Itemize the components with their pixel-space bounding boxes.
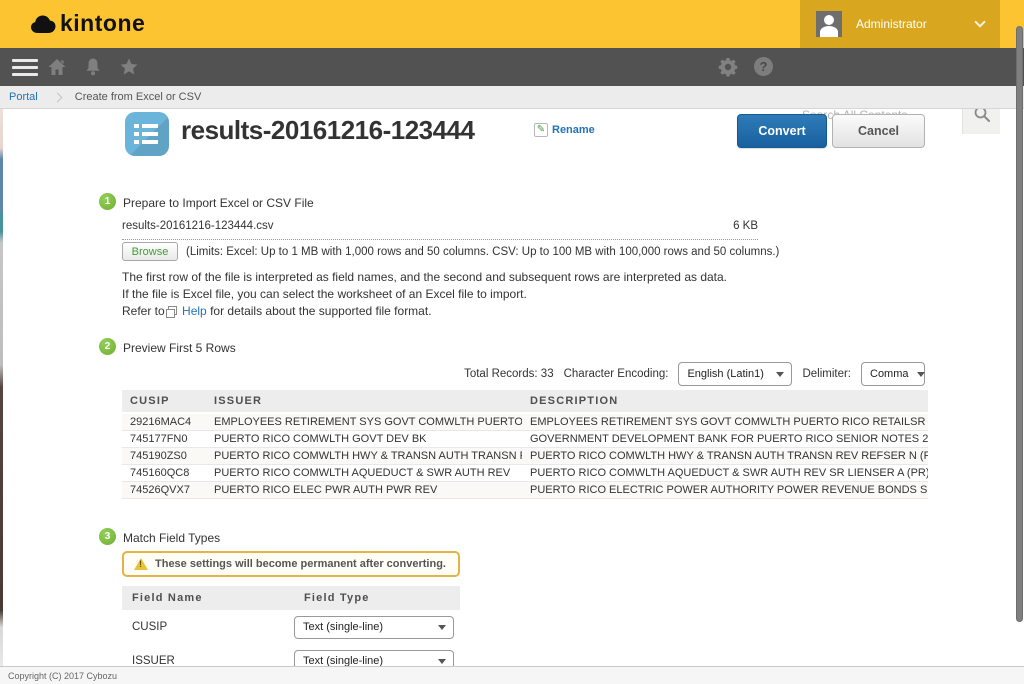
encoding-select[interactable]: English (Latin1) [678, 362, 792, 386]
table-row: 29216MAC4EMPLOYEES RETIREMENT SYS GOVT C… [122, 413, 928, 431]
permanent-settings-warning: These settings will become permanent aft… [122, 551, 460, 577]
uploaded-file-name: results-20161216-123444.csv [122, 220, 274, 232]
step3-title: Match Field Types [123, 531, 220, 545]
preview-column-header: CUSIP [122, 390, 206, 413]
table-cell: 745177FN0 [122, 431, 206, 448]
page-footer: Copyright (C) 2017 Cybozu [0, 666, 1024, 684]
refer-suffix: for details about the supported file for… [210, 304, 431, 318]
vertical-scrollbar[interactable] [1016, 26, 1023, 622]
user-name: Administrator [856, 17, 927, 31]
kintone-cloud-icon [30, 15, 56, 33]
browse-button[interactable]: Browse [122, 242, 178, 261]
external-doc-icon [168, 306, 177, 315]
select-caret-icon [917, 372, 925, 377]
field-type-value: Text (single-line) [303, 621, 383, 633]
instruction-line-2: If the file is Excel file, you can selec… [122, 286, 727, 303]
field-name-header: Field Name [122, 586, 294, 610]
table-cell: 74526QVX7 [122, 482, 206, 499]
table-cell: PUERTO RICO COMWLTH HWY & TRANSN AUTH TR… [206, 448, 522, 465]
uploaded-file-size: 6 KB [733, 220, 758, 232]
browse-row: Browse (Limits: Excel: Up to 1 MB with 1… [122, 242, 779, 261]
home-icon[interactable] [47, 57, 67, 77]
preview-controls: Total Records: 33 Character Encoding: En… [464, 362, 925, 386]
preview-column-header: ISSUER [206, 390, 522, 413]
select-caret-icon [438, 625, 446, 630]
favorites-star-icon[interactable] [119, 57, 139, 77]
edit-pencil-icon: ✎ [534, 123, 548, 137]
table-cell: PUERTO RICO ELEC PWR AUTH PWR REV [206, 482, 522, 499]
warning-triangle-icon [134, 558, 148, 570]
help-icon[interactable]: ? [754, 57, 773, 76]
preview-table: CUSIPISSUERDESCRIPTION 29216MAC4EMPLOYEE… [122, 390, 928, 499]
instruction-line-1: The first row of the file is interpreted… [122, 269, 727, 286]
cancel-button[interactable]: Cancel [832, 114, 925, 148]
field-type-row: CUSIP Text (single-line) [122, 610, 460, 644]
table-row: 745190ZS0PUERTO RICO COMWLTH HWY & TRANS… [122, 448, 928, 465]
field-name-cell: CUSIP [122, 621, 294, 633]
breadcrumb: Portal Create from Excel or CSV [0, 86, 1024, 109]
instruction-line-3: Refer to Help for details about the supp… [122, 303, 727, 320]
table-cell: EMPLOYEES RETIREMENT SYS GOVT COMWLTH PU… [206, 413, 522, 431]
delimiter-label: Delimiter: [802, 368, 851, 380]
table-cell: 745190ZS0 [122, 448, 206, 465]
encoding-label: Character Encoding: [564, 368, 669, 380]
step1-title: Prepare to Import Excel or CSV File [123, 196, 314, 210]
delimiter-select[interactable]: Comma [861, 362, 925, 386]
table-row: 745160QC8PUERTO RICO COMWLTH AQUEDUCT & … [122, 465, 928, 482]
chevron-down-icon [974, 16, 985, 27]
step2-badge: 2 [99, 338, 116, 355]
convert-button[interactable]: Convert [737, 114, 827, 148]
copyright-text: Copyright (C) 2017 Cybozu [8, 671, 117, 681]
table-cell: PUERTO RICO COMWLTH GOVT DEV BK [206, 431, 522, 448]
table-cell: PUERTO RICO COMWLTH AQUEDUCT & SWR AUTH … [522, 465, 928, 482]
import-instructions: The first row of the file is interpreted… [122, 269, 727, 320]
hamburger-menu-icon[interactable] [12, 59, 38, 80]
select-caret-icon [438, 659, 446, 664]
user-avatar [816, 11, 842, 37]
table-cell: PUERTO RICO COMWLTH HWY & TRANSN AUTH TR… [522, 448, 928, 465]
field-type-select[interactable]: Text (single-line) [294, 616, 454, 639]
user-menu[interactable]: Administrator [800, 0, 1000, 48]
rename-label: Rename [552, 124, 595, 136]
breadcrumb-portal-link[interactable]: Portal [9, 91, 38, 103]
step1-badge: 1 [99, 193, 116, 210]
table-cell: EMPLOYEES RETIREMENT SYS GOVT COMWLTH PU… [522, 413, 928, 431]
total-records-text: Total Records: 33 [464, 368, 554, 380]
select-caret-icon [776, 372, 784, 377]
step3-badge: 3 [99, 528, 116, 545]
encoding-value: English (Latin1) [687, 368, 763, 380]
field-type-header: Field Type [294, 586, 460, 610]
settings-gear-icon[interactable] [718, 57, 738, 77]
background-edge-strip [0, 109, 3, 666]
table-cell: PUERTO RICO COMWLTH AQUEDUCT & SWR AUTH … [206, 465, 522, 482]
warning-text: These settings will become permanent aft… [155, 558, 446, 570]
preview-table-header: CUSIPISSUERDESCRIPTION [122, 390, 928, 413]
uploaded-file-row: results-20161216-123444.csv 6 KB [122, 220, 758, 240]
help-link[interactable]: Help [182, 304, 207, 318]
table-cell: 29216MAC4 [122, 413, 206, 431]
table-cell: 745160QC8 [122, 465, 206, 482]
top-header-bar: kintone Administrator [0, 0, 1024, 48]
table-cell: GOVERNMENT DEVELOPMENT BANK FOR PUERTO R… [522, 431, 928, 448]
table-cell: PUERTO RICO ELECTRIC POWER AUTHORITY POW… [522, 482, 928, 499]
file-limits-text: (Limits: Excel: Up to 1 MB with 1,000 ro… [186, 246, 779, 258]
table-row: 745177FN0PUERTO RICO COMWLTH GOVT DEV BK… [122, 431, 928, 448]
rename-button[interactable]: ✎ Rename [534, 123, 595, 137]
notifications-bell-icon[interactable] [83, 57, 103, 77]
breadcrumb-chevron-icon [52, 92, 62, 102]
breadcrumb-current-page: Create from Excel or CSV [75, 91, 202, 103]
preview-column-header: DESCRIPTION [522, 390, 928, 413]
kintone-logo-text: kintone [60, 10, 145, 37]
app-icon [125, 112, 169, 156]
field-type-table: Field Name Field Type CUSIP Text (single-… [122, 586, 460, 678]
table-row: 74526QVX7PUERTO RICO ELEC PWR AUTH PWR R… [122, 482, 928, 499]
field-type-table-header: Field Name Field Type [122, 586, 460, 610]
step2-title: Preview First 5 Rows [123, 341, 236, 355]
delimiter-value: Comma [870, 368, 909, 380]
page-title: results-20161216-123444 [181, 115, 475, 146]
main-nav-bar: ? [0, 48, 1024, 86]
refer-prefix: Refer to [122, 304, 165, 318]
kintone-logo[interactable]: kintone [30, 10, 145, 37]
